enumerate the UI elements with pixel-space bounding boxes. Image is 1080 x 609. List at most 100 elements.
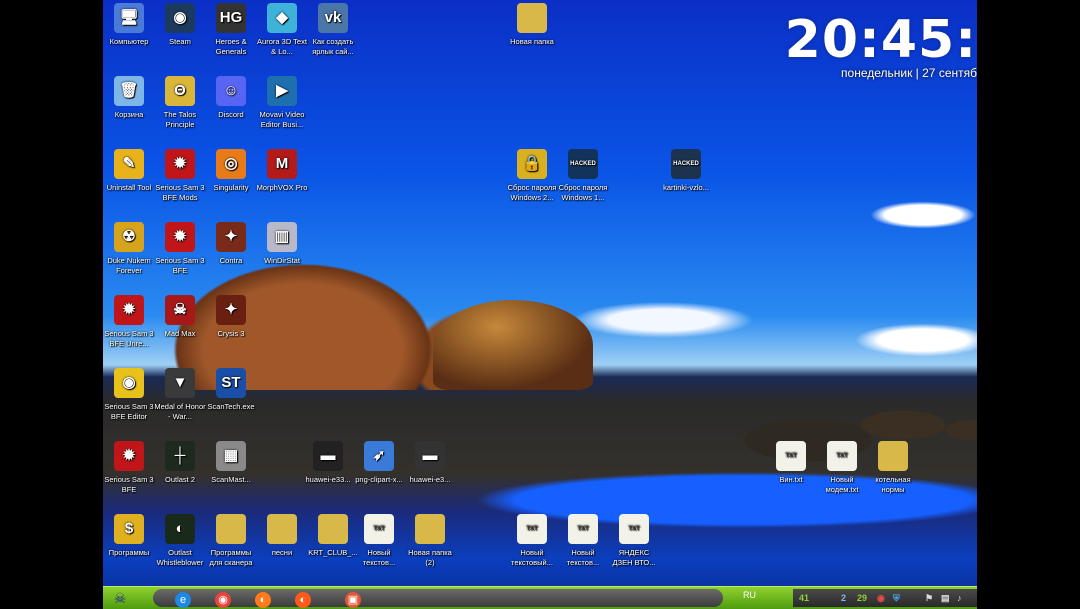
desktop-icon[interactable]: ◆ Aurora 3D Text & Lo...: [256, 3, 308, 57]
app-icon: ▶: [267, 76, 297, 106]
taskbar: ☠ e ◉ ◐ ◐ ▣ RU 41 2 29 ◉ ⛨ ⚑ ▤ ♪: [103, 586, 977, 609]
network-icon[interactable]: ▤: [941, 593, 950, 604]
flag-icon[interactable]: ⚑: [925, 593, 933, 604]
app-icon: $: [114, 514, 144, 544]
desktop-icon[interactable]: HG Heroes & Generals: [205, 3, 257, 57]
shield-icon[interactable]: ⛨: [893, 593, 900, 604]
desktop: 🖥 Компьютер ◉ Steam HG Heroes & Generals ◆ Auro…: [103, 0, 977, 608]
desktop-icon[interactable]: ☺ Discord: [205, 76, 257, 120]
desktop-icon-label: Как создать ярлык сай...: [312, 37, 354, 56]
app-icon: ✦: [216, 222, 246, 252]
app-icon: ▦: [216, 441, 246, 471]
desktop-icon-label: Singularity: [213, 183, 249, 192]
taskbar-photo-app-icon[interactable]: ▣: [345, 592, 361, 608]
desktop-icon-label: Duke Nukem Forever: [107, 256, 151, 275]
app-icon: TXT: [568, 514, 598, 544]
clock-date: понедельник | 27 сентяб: [841, 66, 977, 80]
desktop-icon[interactable]: ✦ Crysis 3: [205, 295, 257, 339]
desktop-icon-label: huawei-e3...: [409, 475, 451, 484]
desktop-icon[interactable]: ✹ Serious Sam 3 BFE: [154, 222, 206, 276]
desktop-icon-label: Uninstall Tool: [106, 183, 152, 192]
desktop-icon-label: WinDirStat: [264, 256, 300, 265]
desktop-icon[interactable]: Новая папка (2): [404, 514, 456, 568]
app-icon: ☠: [165, 295, 195, 325]
desktop-icon[interactable]: TXT Новый текстов...: [557, 514, 609, 568]
desktop-icon[interactable]: vk Как создать ярлык сай...: [307, 3, 359, 57]
desktop-icon[interactable]: ☢ Duke Nukem Forever: [103, 222, 155, 276]
desktop-icon[interactable]: ◉ Serious Sam 3 BFE Editor: [103, 368, 155, 422]
app-icon: ➶: [364, 441, 394, 471]
desktop-icon-label: Movavi Video Editor Busi...: [259, 110, 305, 129]
desktop-icon-label: huawei-e33...: [305, 475, 351, 484]
desktop-icon[interactable]: ✹ Serious Sam 3 BFE: [103, 441, 155, 495]
app-icon: 🖥: [114, 3, 144, 33]
app-icon: ┼: [165, 441, 195, 471]
app-icon: ✹: [165, 149, 195, 179]
desktop-icon[interactable]: HACKED Сброс пароля Windows 1...: [557, 149, 609, 203]
desktop-icon-label: Serious Sam 3 BFE Mods: [155, 183, 205, 202]
desktop-icon[interactable]: TXT Новый модем.txt: [816, 441, 868, 495]
desktop-icon-label: Crysis 3: [217, 329, 245, 338]
desktop-icon[interactable]: ▼ Medal of Honor - War...: [154, 368, 206, 422]
desktop-icon[interactable]: ✹ Serious Sam 3 BFE Unre...: [103, 295, 155, 349]
taskbar-firefox-icon[interactable]: ◐: [255, 592, 271, 608]
app-icon: ▬: [415, 441, 445, 471]
desktop-icon[interactable]: ▦ ScanMast...: [205, 441, 257, 485]
desktop-icon[interactable]: ▬ huawei-e33...: [302, 441, 354, 485]
desktop-icon-label: Medal of Honor - War...: [154, 402, 206, 421]
desktop-icon[interactable]: 🔒 Сброс пароля Windows 2...: [506, 149, 558, 203]
desktop-icon-label: Новый текстовый...: [511, 548, 553, 567]
desktop-icon[interactable]: Θ The Talos Principle: [154, 76, 206, 130]
app-icon: [878, 441, 908, 471]
app-icon: ✹: [114, 441, 144, 471]
desktop-icon[interactable]: 🗑 Корзина: [103, 76, 155, 120]
clock-time: 20:45:: [784, 10, 977, 70]
desktop-icon[interactable]: Программы для сканера: [205, 514, 257, 568]
desktop-icon[interactable]: ▥ WinDirStat: [256, 222, 308, 266]
app-icon: HACKED: [568, 149, 598, 179]
desktop-icon[interactable]: ✎ Uninstall Tool: [103, 149, 155, 193]
desktop-icon-label: MorphVOX Pro: [256, 183, 308, 192]
app-icon: ☺: [216, 76, 246, 106]
volume-icon[interactable]: ♪: [957, 593, 962, 603]
desktop-icon[interactable]: ▬ huawei-e3...: [404, 441, 456, 485]
app-icon: ◐: [165, 514, 195, 544]
desktop-icon[interactable]: TXT Новый текстов...: [353, 514, 405, 568]
desktop-icon[interactable]: TXT Вин.txt: [765, 441, 817, 485]
desktop-icon-label: Новая папка (2): [408, 548, 452, 567]
desktop-icon[interactable]: Новая папка: [506, 3, 558, 47]
desktop-icon-label: Outlast 2: [164, 475, 195, 484]
taskbar-firefox-2-icon[interactable]: ◐: [295, 592, 311, 608]
record-icon[interactable]: ◉: [877, 593, 885, 604]
taskbar-internet-explorer-icon[interactable]: e: [175, 592, 191, 608]
desktop-icon[interactable]: ◉ Steam: [154, 3, 206, 47]
desktop-icon[interactable]: M MorphVOX Pro: [256, 149, 308, 193]
desktop-icon[interactable]: песни: [256, 514, 308, 558]
start-button[interactable]: ☠: [105, 588, 135, 608]
language-indicator[interactable]: RU: [743, 590, 756, 600]
desktop-icon[interactable]: TXT ЯНДЕКС ДЗЕН ВТО...: [608, 514, 660, 568]
desktop-icon-label: Outlast Whistleblower: [156, 548, 204, 567]
desktop-icon[interactable]: ✹ Serious Sam 3 BFE Mods: [154, 149, 206, 203]
desktop-icon[interactable]: котельная нормы: [867, 441, 919, 495]
desktop-icon[interactable]: TXT Новый текстовый...: [506, 514, 558, 568]
app-icon: [267, 514, 297, 544]
desktop-icon[interactable]: KRT_CLUB_...: [307, 514, 359, 558]
desktop-icon[interactable]: ✦ Contra: [205, 222, 257, 266]
taskbar-pinned-area: e ◉ ◐ ◐ ▣: [153, 589, 723, 608]
desktop-icon[interactable]: ◎ Singularity: [205, 149, 257, 193]
desktop-icon-label: Программы для сканера: [209, 548, 253, 567]
desktop-icon[interactable]: ☠ Mad Max: [154, 295, 206, 339]
desktop-icon[interactable]: ➶ png-clipart-x...: [353, 441, 405, 485]
desktop-icon[interactable]: HACKED kartinki-vzlo...: [660, 149, 712, 193]
desktop-icon[interactable]: $ Программы: [103, 514, 155, 558]
desktop-icon[interactable]: ┼ Outlast 2: [154, 441, 206, 485]
desktop-icon[interactable]: 🖥 Компьютер: [103, 3, 155, 47]
desktop-icon-label: Новый модем.txt: [825, 475, 859, 494]
desktop-icon-label: Serious Sam 3 BFE: [155, 256, 205, 275]
desktop-icon[interactable]: ▶ Movavi Video Editor Busi...: [256, 76, 308, 130]
taskbar-chrome-icon[interactable]: ◉: [215, 592, 231, 608]
desktop-icon[interactable]: ◐ Outlast Whistleblower: [154, 514, 206, 568]
app-icon: ✎: [114, 149, 144, 179]
desktop-icon[interactable]: ST ScanTech.exe: [205, 368, 257, 412]
